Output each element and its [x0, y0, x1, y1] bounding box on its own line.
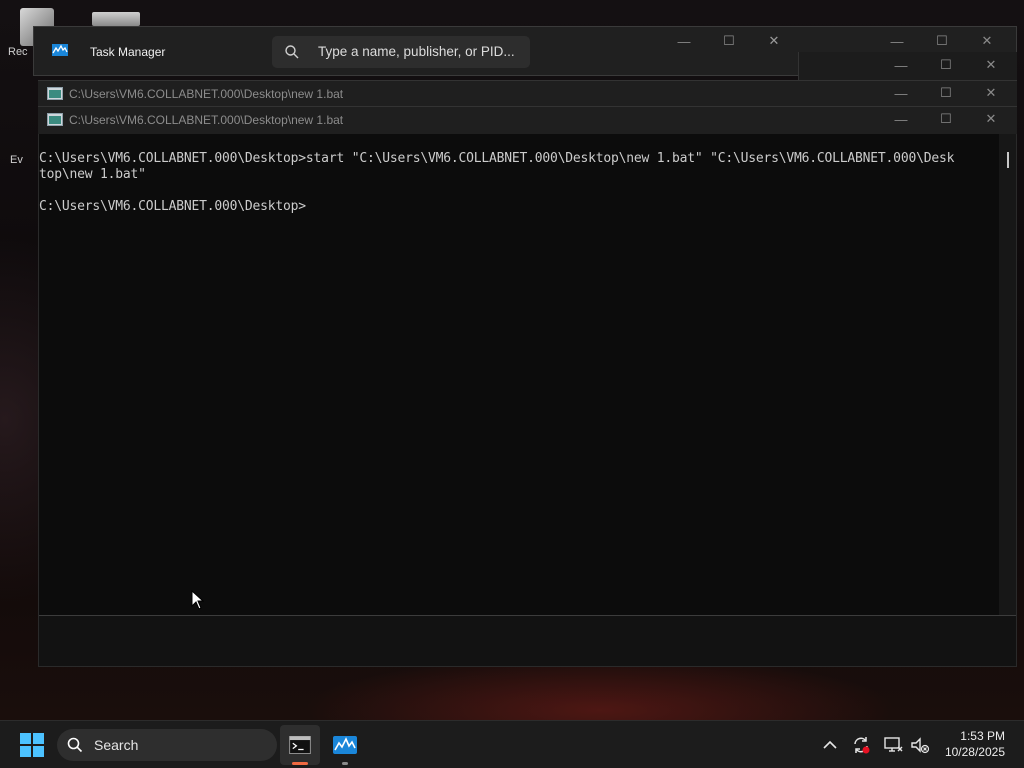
background-window-titlebar[interactable]: — ☐ ✕: [798, 52, 1017, 82]
network-icon[interactable]: [883, 735, 903, 755]
system-clock[interactable]: 1:53 PM 10/28/2025: [945, 728, 1005, 760]
chevron-up-icon[interactable]: [820, 735, 840, 755]
taskbar-search-box[interactable]: Search: [57, 729, 277, 761]
maximize-button[interactable]: ☐: [707, 28, 751, 54]
process-search-input[interactable]: Type a name, publisher, or PID...: [272, 36, 530, 68]
taskbar-app-terminal[interactable]: [280, 725, 320, 765]
back-window-maximize-button[interactable]: ☐: [920, 28, 964, 54]
windows-start-icon[interactable]: [20, 733, 44, 757]
window-title: Task Manager: [90, 45, 166, 59]
minimize-button[interactable]: —: [879, 81, 923, 107]
search-placeholder: Type a name, publisher, or PID...: [318, 44, 515, 59]
clock-date: 10/28/2025: [944, 745, 1005, 759]
search-icon: [285, 45, 299, 59]
console-prompt: C:\Users\VM6.COLLABNET.000\Desktop>: [39, 199, 306, 214]
console-icon: [47, 113, 63, 126]
maximize-button[interactable]: ☐: [924, 52, 968, 78]
speaker-muted-icon[interactable]: [910, 735, 930, 755]
sync-icon[interactable]: [851, 735, 871, 755]
console-icon: [47, 87, 63, 100]
mouse-pointer-icon: [191, 590, 205, 610]
task-manager-icon: [333, 736, 357, 754]
taskbar: Search 1:53 PM 10/28/2025: [0, 720, 1024, 768]
desktop-icon-event[interactable]: Ev: [10, 140, 23, 166]
clock-time: 1:53 PM: [960, 729, 1005, 743]
task-manager-icon: [52, 44, 68, 56]
back-window-close-button[interactable]: ✕: [965, 28, 1009, 54]
console-window-title: C:\Users\VM6.COLLABNET.000\Desktop\new 1…: [69, 87, 344, 101]
desktop-icon-folder[interactable]: [92, 12, 140, 26]
terminal-icon: [289, 736, 311, 754]
console-output-area[interactable]: C:\Users\VM6.COLLABNET.000\Desktop>start…: [38, 134, 1017, 667]
console-line: top\new 1.bat": [39, 167, 146, 182]
minimize-button[interactable]: —: [879, 53, 923, 79]
maximize-button[interactable]: ☐: [924, 80, 968, 106]
close-button[interactable]: ✕: [969, 52, 1013, 78]
scrollbar-thumb[interactable]: [1007, 152, 1009, 168]
desktop-icon-label: Ev: [10, 154, 23, 166]
taskbar-app-task-manager[interactable]: [325, 725, 365, 765]
minimize-button[interactable]: —: [662, 29, 706, 55]
maximize-button[interactable]: ☐: [924, 106, 968, 132]
minimize-button[interactable]: —: [879, 107, 923, 133]
search-icon: [67, 737, 83, 753]
search-label: Search: [94, 737, 139, 753]
console-scrollbar[interactable]: [999, 134, 1016, 615]
console-window-title: C:\Users\VM6.COLLABNET.000\Desktop\new 1…: [69, 113, 344, 127]
active-indicator: [292, 762, 308, 765]
console-line: C:\Users\VM6.COLLABNET.000\Desktop>start…: [39, 151, 955, 166]
running-indicator: [342, 762, 348, 765]
close-button[interactable]: ✕: [969, 106, 1013, 132]
close-button[interactable]: ✕: [969, 80, 1013, 106]
console-window-titlebar[interactable]: C:\Users\VM6.COLLABNET.000\Desktop\new 1…: [38, 106, 1017, 134]
console-window-lower-area: [39, 616, 1016, 666]
console-window-titlebar[interactable]: C:\Users\VM6.COLLABNET.000\Desktop\new 1…: [38, 80, 1017, 106]
close-button[interactable]: ✕: [752, 28, 796, 54]
